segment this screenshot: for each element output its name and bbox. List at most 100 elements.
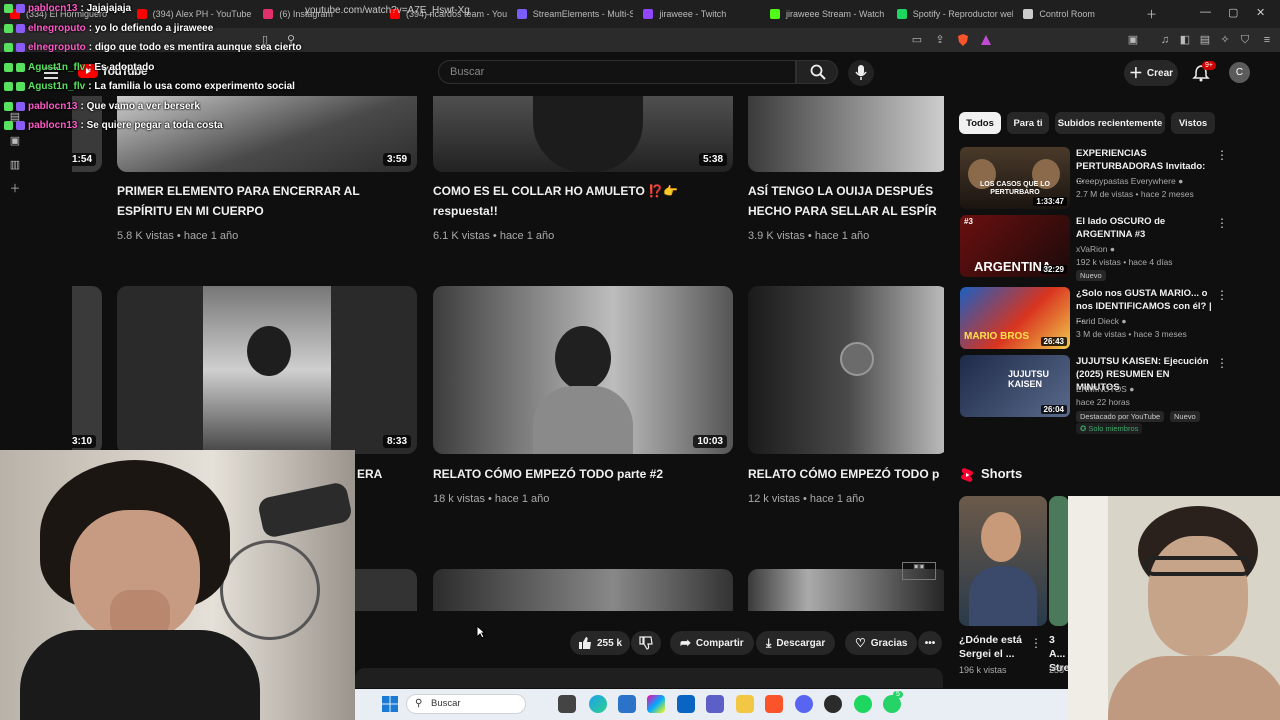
featured-badge: Destacado por YouTube bbox=[1076, 411, 1165, 422]
library-icon[interactable]: ▣ bbox=[8, 134, 22, 148]
search-button[interactable] bbox=[796, 60, 838, 84]
short-thumbnail[interactable] bbox=[959, 496, 1047, 626]
chip-recently-uploaded[interactable]: Subidos recientemente bbox=[1055, 112, 1165, 134]
video-thumbnail[interactable]: 5:38 bbox=[433, 96, 733, 172]
minimize-icon[interactable]: — bbox=[1200, 6, 1211, 18]
spotify-icon[interactable] bbox=[854, 695, 872, 713]
add-icon[interactable]: ＋ bbox=[8, 182, 22, 196]
chat-username: Agust1n_flv bbox=[28, 81, 86, 92]
close-window-icon[interactable]: ✕ bbox=[1256, 6, 1265, 19]
history-icon[interactable]: ▥ bbox=[8, 158, 22, 172]
short-title[interactable]: ¿Dónde está Sergei el ... bbox=[959, 633, 1031, 661]
suggested-thumbnail[interactable]: LOS CASOS QUE LO PERTURBARO 1:33:47 bbox=[960, 147, 1070, 209]
video-thumbnail[interactable] bbox=[433, 569, 733, 611]
like-button[interactable]: 255 k bbox=[570, 631, 630, 655]
video-title[interactable]: ERA bbox=[357, 465, 417, 484]
members-label: Solo miembros bbox=[1088, 424, 1139, 433]
more-options-icon[interactable]: ⋮ bbox=[1216, 148, 1228, 162]
url-text[interactable]: youtube.com/watch?v=A7E_Hswt-Xg bbox=[305, 5, 470, 16]
new-tab-icon[interactable]: ＋ bbox=[1146, 6, 1157, 22]
whatsapp-icon[interactable]: 5 bbox=[883, 691, 903, 713]
maximize-icon[interactable]: ▢ bbox=[1228, 6, 1238, 19]
suggested-channel[interactable]: Creepypastas Everywhere ● bbox=[1076, 176, 1183, 186]
video-thumbnail[interactable]: 10:03 bbox=[433, 286, 733, 454]
more-options-icon[interactable]: ⋮ bbox=[1216, 216, 1228, 230]
suggested-meta: 192 k vistas • hace 4 días bbox=[1076, 257, 1173, 267]
thanks-button[interactable]: ♡ Gracias bbox=[845, 631, 918, 655]
video-title-line1[interactable]: PRIMER ELEMENTO PARA ENCERRAR AL bbox=[117, 182, 417, 201]
brave-icon[interactable] bbox=[765, 695, 783, 713]
browser-tab[interactable]: Control Room bbox=[1013, 0, 1140, 28]
suggested-channel[interactable]: ENMINUTOS ● bbox=[1076, 384, 1134, 394]
search-input[interactable]: Buscar bbox=[438, 60, 796, 84]
download-button[interactable]: ⤓ Descargar bbox=[756, 631, 836, 655]
windows-start-icon[interactable] bbox=[381, 695, 399, 713]
teams-icon[interactable] bbox=[706, 695, 724, 713]
video-title-line2[interactable]: respuesta!! bbox=[433, 202, 733, 221]
brave-shield-icon[interactable] bbox=[956, 33, 970, 47]
suggested-title[interactable]: El lado OSCURO de ARGENTINA #3 bbox=[1076, 215, 1212, 241]
brave-rewards-icon[interactable] bbox=[979, 33, 993, 47]
tab-favicon-icon bbox=[263, 9, 274, 19]
create-button[interactable]: ＋ Crear bbox=[1124, 60, 1178, 86]
video-title-line1[interactable]: COMO ES EL COLLAR HO AMULETO ⁉️👉 bbox=[433, 182, 733, 201]
sidebar-icon[interactable]: ◧ bbox=[1178, 33, 1192, 47]
suggested-thumbnail[interactable]: #3 ARGENTINA 32:29 bbox=[960, 215, 1070, 277]
outlook-icon[interactable] bbox=[677, 695, 695, 713]
chip-for-you[interactable]: Para ti bbox=[1007, 112, 1049, 134]
browser-tab[interactable]: jiraweee Stream - Watch L bbox=[760, 0, 887, 28]
video-thumbnail[interactable]: 8:33 bbox=[117, 286, 417, 454]
media-icon[interactable]: ♫ bbox=[1158, 33, 1172, 47]
copilot-icon[interactable] bbox=[647, 695, 665, 713]
taskbar-search[interactable]: ⚲ Buscar bbox=[406, 694, 526, 714]
more-options-icon[interactable]: ⋮ bbox=[1216, 288, 1228, 302]
browser-tab[interactable]: jiraweee - Twitch bbox=[633, 0, 760, 28]
suggested-thumbnail[interactable]: MARIO BROS 26:43 bbox=[960, 287, 1070, 349]
more-options-icon[interactable]: ⋮ bbox=[1030, 636, 1042, 650]
video-duration: 8:33 bbox=[382, 435, 411, 448]
suggested-channel[interactable]: xVaRion ● bbox=[1076, 244, 1115, 254]
chat-badge-icon bbox=[4, 121, 13, 130]
video-thumbnail[interactable] bbox=[748, 286, 944, 454]
vpn-icon[interactable]: ⛉ bbox=[1238, 33, 1252, 47]
video-title[interactable]: RELATO CÓMO EMPEZÓ TODO p bbox=[748, 465, 944, 484]
discord-icon[interactable] bbox=[795, 695, 813, 713]
video-meta: 3.9 K vistas • hace 1 año bbox=[748, 230, 870, 242]
more-options-icon[interactable]: ⋮ bbox=[1216, 356, 1228, 370]
short-meta: 258 bbox=[1049, 665, 1065, 675]
video-title-line2[interactable]: ESPÍRITU EN MI CUERPO bbox=[117, 202, 417, 221]
cast-icon[interactable]: ▭ bbox=[910, 33, 924, 47]
voice-search-button[interactable] bbox=[848, 60, 874, 86]
chip-watched[interactable]: Vistos bbox=[1171, 112, 1215, 134]
search-icon: ⚲ bbox=[415, 698, 423, 709]
file-explorer-icon[interactable] bbox=[736, 695, 754, 713]
video-title-line2[interactable]: HECHO PARA SELLAR AL ESPÍR bbox=[748, 202, 944, 221]
share-page-icon[interactable]: ⇪ bbox=[933, 33, 947, 47]
description-box[interactable] bbox=[355, 668, 943, 688]
thumbs-down-icon bbox=[639, 636, 653, 650]
browser-tab[interactable]: Spotify - Reproductor web bbox=[887, 0, 1013, 28]
share-button[interactable]: ➦ Compartir bbox=[670, 631, 754, 655]
account-avatar[interactable]: C bbox=[1229, 62, 1250, 83]
dislike-button[interactable] bbox=[631, 631, 661, 655]
chat-badge-icon bbox=[16, 121, 25, 130]
suggested-thumbnail[interactable]: JUJUTSU KAISEN 26:04 bbox=[960, 355, 1070, 417]
task-view-icon[interactable] bbox=[558, 695, 576, 713]
store-icon[interactable] bbox=[618, 695, 636, 713]
chip-all[interactable]: Todos bbox=[959, 112, 1001, 134]
wallet-icon[interactable]: ▤ bbox=[1198, 33, 1212, 47]
obs-icon[interactable] bbox=[824, 695, 842, 713]
browser-tab[interactable]: StreamElements - Multi-St bbox=[507, 0, 633, 28]
suggested-channel[interactable]: Farid Dieck ● bbox=[1076, 316, 1127, 326]
more-actions-button[interactable]: ••• bbox=[918, 631, 942, 655]
menu-icon[interactable]: ≡ bbox=[1260, 33, 1274, 47]
video-title-line1[interactable]: ASÍ TENGO LA OUIJA DESPUÉS bbox=[748, 182, 944, 201]
extensions-icon[interactable]: ▣ bbox=[1126, 33, 1140, 47]
video-title[interactable]: RELATO CÓMO EMPEZÓ TODO parte #2 bbox=[433, 465, 733, 484]
short-thumbnail[interactable] bbox=[1049, 496, 1069, 626]
video-thumbnail[interactable] bbox=[748, 96, 944, 172]
leo-ai-icon[interactable]: ✧ bbox=[1218, 33, 1232, 47]
edge-icon[interactable] bbox=[589, 695, 607, 713]
video-thumbnail[interactable]: 3:10 bbox=[72, 286, 102, 454]
thumbnail-text: JUJUTSU KAISEN bbox=[1008, 369, 1050, 389]
